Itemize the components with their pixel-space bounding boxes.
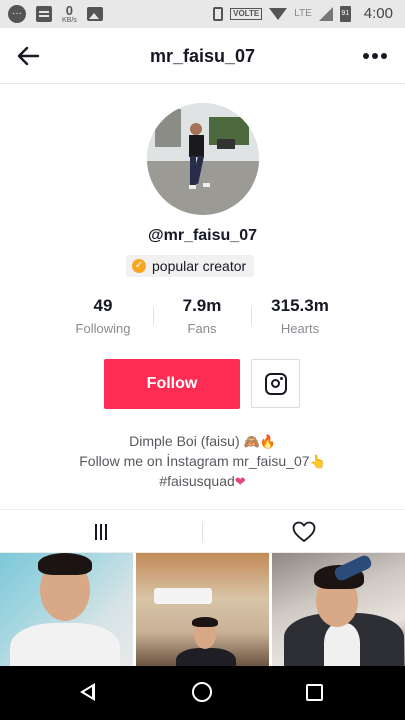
check-badge-icon: ✓ (132, 259, 146, 273)
stat-label: Following (75, 321, 131, 336)
bio-text: Follow me on İnstagram mr_faisu_07 (79, 453, 310, 469)
nav-recents-icon[interactable] (306, 684, 323, 701)
stat-hearts[interactable]: 315.3m Hearts (250, 296, 350, 336)
data-speed-unit: KB/s (62, 17, 77, 24)
stat-fans[interactable]: 7.9m Fans (152, 296, 252, 336)
wifi-icon (269, 7, 288, 20)
stat-following[interactable]: 49 Following (53, 296, 153, 336)
bio-emoji: 🙈🔥 (243, 435, 276, 450)
stat-value: 49 (93, 296, 113, 315)
tab-videos[interactable] (0, 510, 202, 554)
profile-tabs (0, 509, 405, 553)
avatar[interactable] (147, 103, 259, 215)
stat-value: 7.9m (182, 296, 222, 315)
heart-icon: ❤ (234, 475, 246, 490)
page-title: mr_faisu_07 (149, 46, 256, 66)
status-left: ··· 0 KB/s (8, 4, 103, 24)
bio-hashtag[interactable]: #faisusquad (159, 473, 235, 489)
tab-liked[interactable] (203, 510, 405, 554)
header: mr_faisu_07 (0, 28, 405, 84)
gallery-icon (86, 7, 103, 21)
battery-icon: 91 (339, 5, 351, 22)
lte-label: LTE (294, 8, 312, 19)
battery-level: 91 (341, 10, 350, 17)
profile-username: @mr_faisu_07 (148, 227, 257, 244)
status-right: VOLTE LTE 91 4:00 (213, 5, 393, 22)
stat-value: 315.3m (271, 296, 329, 315)
status-badge: ✓ popular creator (126, 255, 255, 277)
data-speed-value: 0 (65, 3, 74, 18)
clock: 4:00 (363, 5, 393, 22)
bio: Dimple Boi (faisu) 🙈🔥 Follow me on İnsta… (0, 432, 405, 492)
bio-emoji: 👆 (309, 455, 326, 470)
volte-label: VOLTE (230, 7, 263, 20)
badge-label: popular creator (152, 258, 247, 274)
heart-outline-icon (292, 521, 316, 542)
data-speed: 0 KB/s (62, 4, 77, 24)
bio-line-3: #faisusquad❤ (0, 472, 405, 492)
follow-button[interactable]: Follow (104, 359, 240, 409)
video-thumbnail[interactable] (0, 553, 133, 666)
grid-icon (95, 524, 107, 540)
instagram-button[interactable] (251, 359, 300, 408)
navigation-bar (0, 666, 405, 720)
bio-line-2: Follow me on İnstagram mr_faisu_07👆 (0, 452, 405, 472)
message-icon (36, 6, 52, 22)
nav-home-icon[interactable] (192, 682, 212, 702)
more-horizontal-icon[interactable] (363, 48, 389, 64)
nav-back-icon-inner (84, 687, 92, 697)
vibrate-icon (213, 6, 224, 21)
stat-label: Fans (187, 321, 217, 336)
bio-text: Dimple Boi (faisu) (129, 433, 240, 449)
signal-icon (318, 6, 333, 21)
bio-line-1: Dimple Boi (faisu) 🙈🔥 (0, 432, 405, 452)
messenger-icon: ··· (8, 5, 26, 23)
status-bar: ··· 0 KB/s VOLTE LTE 91 4:00 (0, 0, 405, 28)
video-thumbnail[interactable] (136, 553, 269, 666)
instagram-icon (264, 372, 287, 395)
video-thumbnail[interactable] (272, 553, 405, 666)
stat-label: Hearts (280, 321, 320, 336)
